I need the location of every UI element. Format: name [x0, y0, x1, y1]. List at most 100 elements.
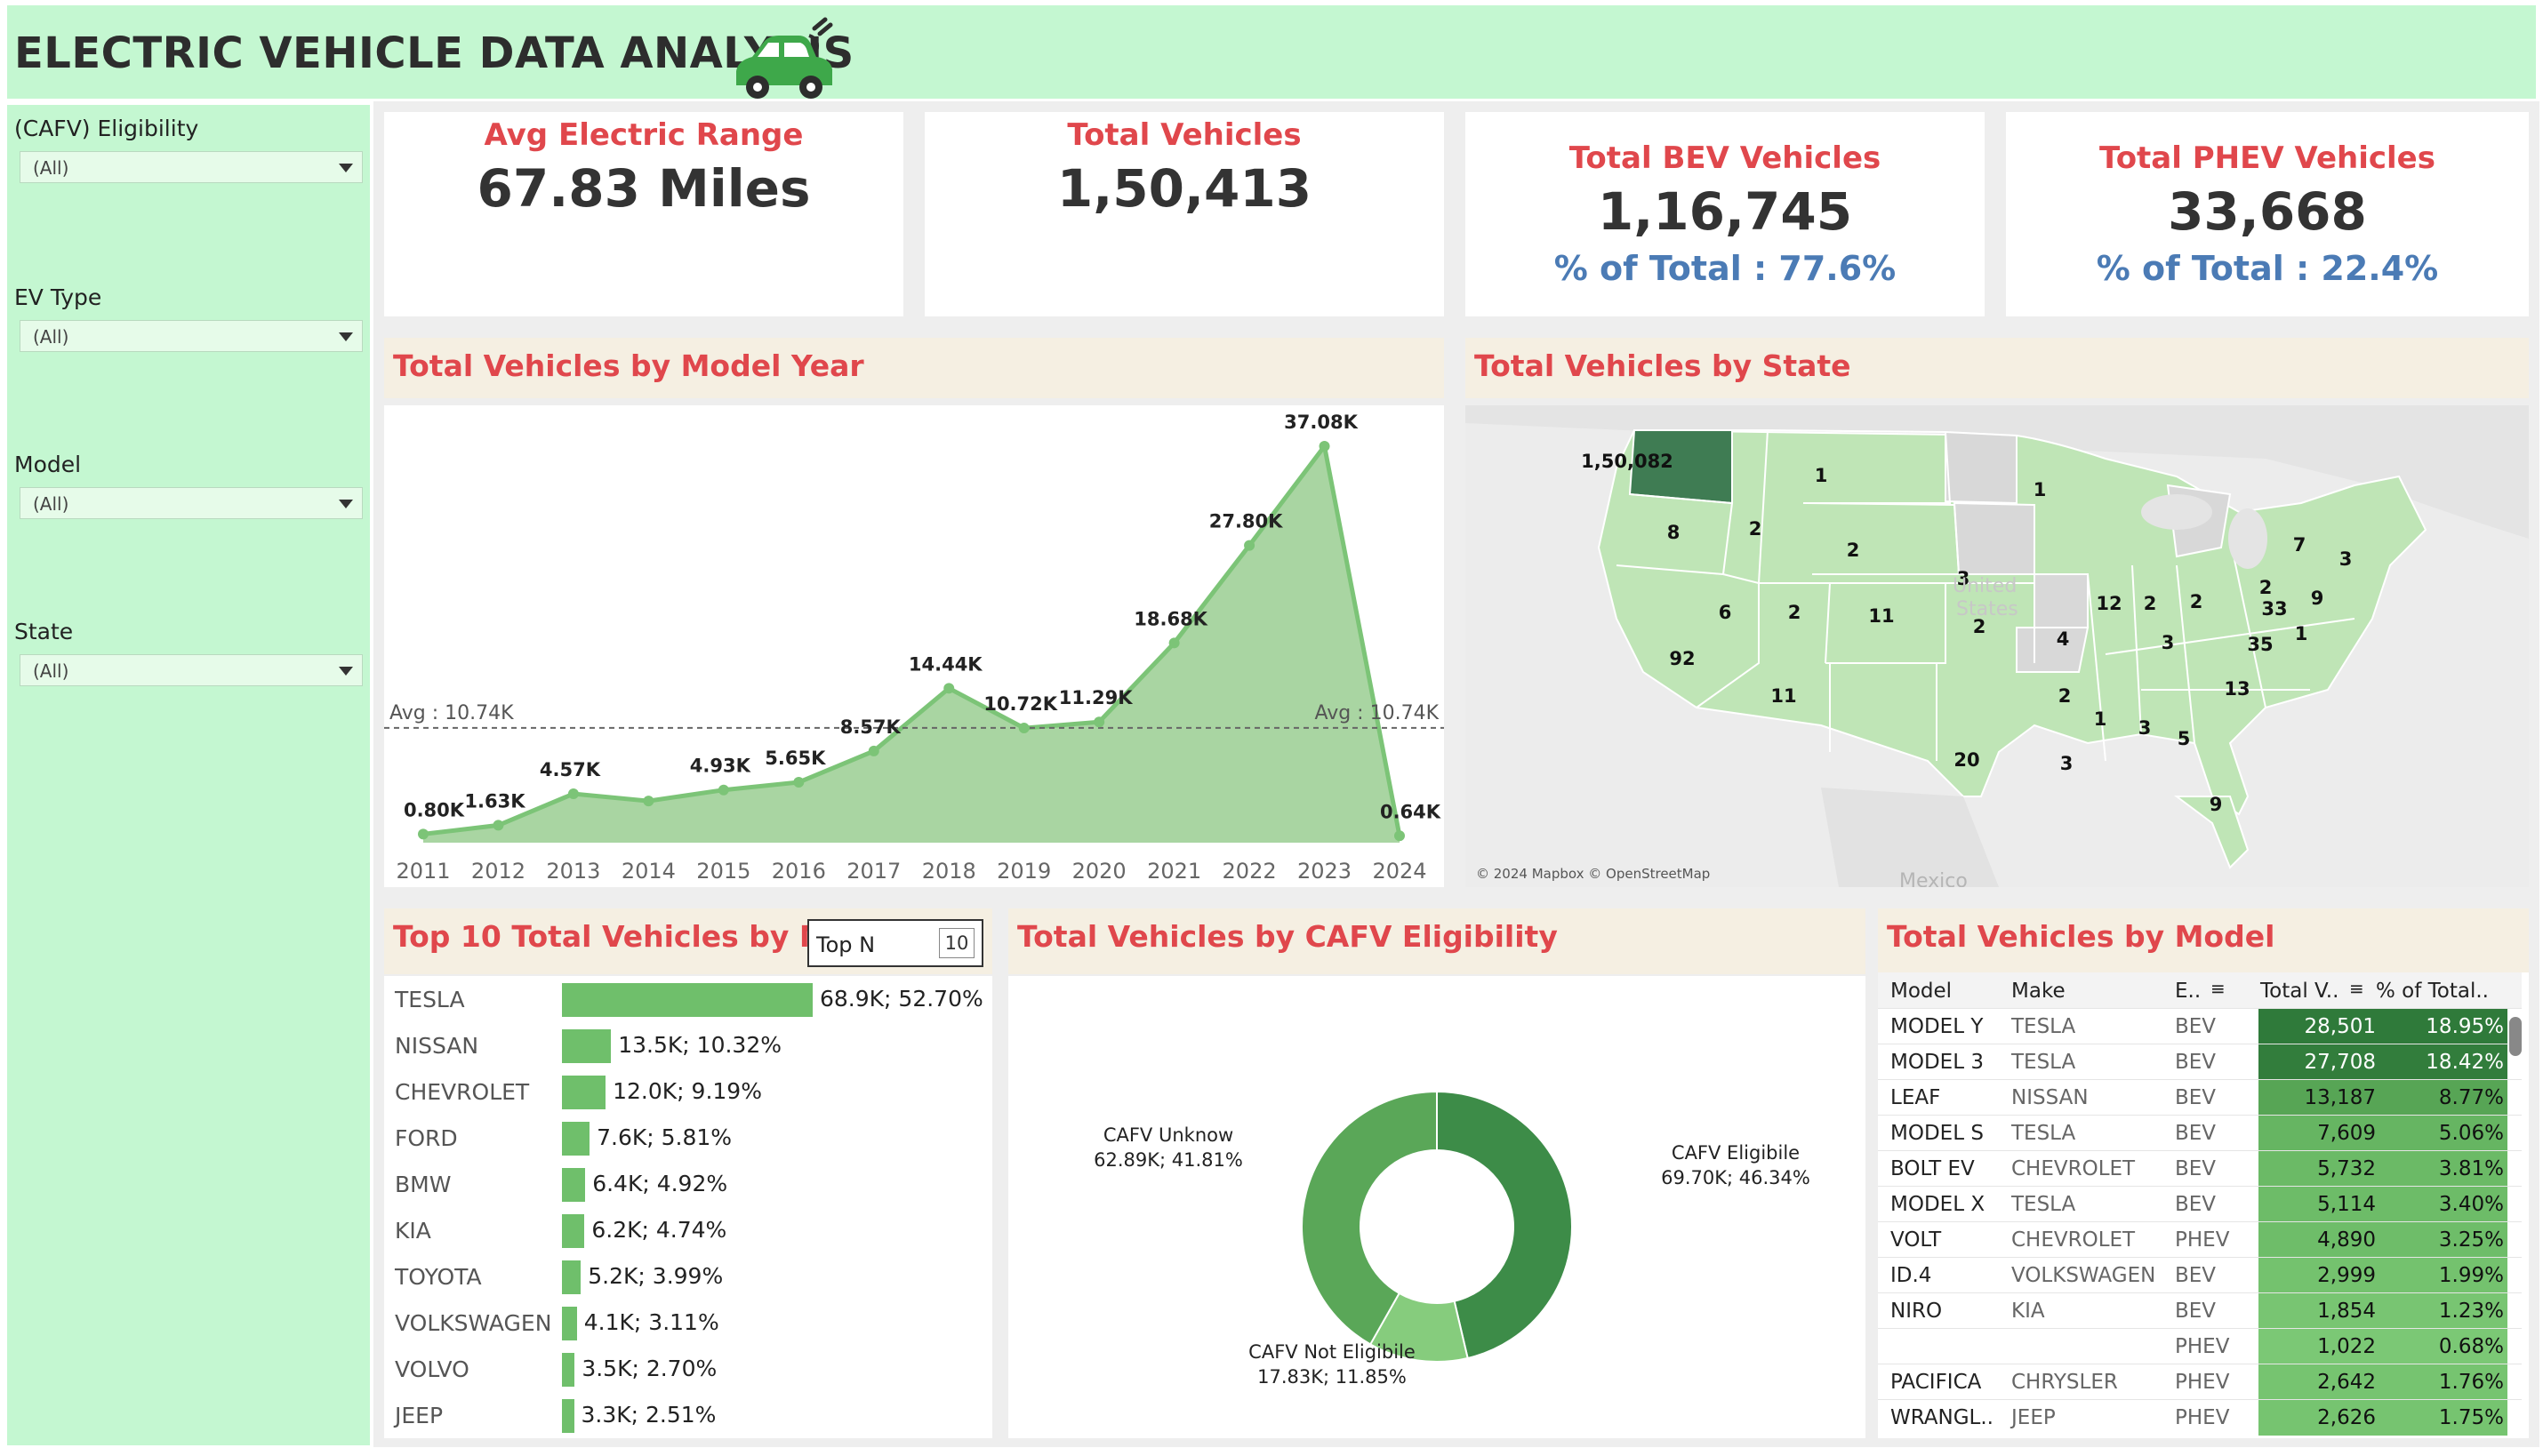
model-year-panel: Avg : 10.74K Avg : 10.74K 0.80K 2011 1.63K 20… — [384, 405, 1444, 887]
make-row[interactable]: VOLVO 3.5K; 2.70% — [395, 1346, 999, 1392]
make-row[interactable]: TOYOTA 5.2K; 3.99% — [395, 1253, 999, 1300]
make-bar-label: 3.3K; 2.51% — [581, 1402, 717, 1428]
dashboard-header: ELECTRIC VEHICLE DATA ANALYSIS — [7, 5, 2536, 99]
cell-percent: 3.81% — [2438, 1157, 2504, 1180]
make-row[interactable]: NISSAN 13.5K; 10.32% — [395, 1022, 999, 1068]
col-total-vehicles[interactable]: Total V.. — [2260, 980, 2338, 1003]
make-row[interactable]: VOLKSWAGEN 4.1K; 3.11% — [395, 1300, 999, 1346]
make-bar-label: 5.2K; 3.99% — [588, 1263, 724, 1289]
make-bar[interactable] — [562, 1214, 585, 1248]
make-row[interactable]: FORD 7.6K; 5.81% — [395, 1115, 999, 1161]
state-filter-dropdown[interactable]: (All) — [20, 654, 363, 686]
make-row[interactable]: CHEVROLET 12.0K; 9.19% — [395, 1068, 999, 1115]
model-filter-dropdown[interactable]: (All) — [20, 487, 363, 519]
cell-percent: 8.77% — [2438, 1086, 2504, 1109]
cell-total: 2,999 — [2317, 1264, 2376, 1287]
col-percent-total[interactable]: % of Total.. — [2376, 980, 2489, 1003]
cell-total: 1,022 — [2317, 1335, 2376, 1358]
make-bar[interactable] — [562, 1399, 574, 1433]
make-bar-label: 6.4K; 4.92% — [592, 1171, 728, 1196]
state-section-title: Total Vehicles by State — [1465, 338, 2529, 398]
table-row[interactable]: MODEL 3 TESLA BEV 27,708 18.42% — [1878, 1044, 2522, 1080]
sort-icon[interactable]: ≡ — [2349, 978, 2364, 999]
cell-ev-type: BEV — [2175, 1300, 2217, 1323]
make-bar[interactable] — [562, 1353, 575, 1387]
col-ev-type[interactable]: E.. — [2175, 980, 2201, 1003]
make-name: JEEP — [395, 1403, 444, 1428]
cell-model: NIRO — [1890, 1300, 1943, 1323]
make-name: VOLVO — [395, 1356, 469, 1382]
table-row[interactable]: MODEL Y TESLA BEV 28,501 18.95% — [1878, 1008, 2522, 1044]
us-state-map[interactable]: 1,50,082 1 1 8 2 2 3 7 3 6 2 11 2 12 2 2… — [1465, 405, 2529, 887]
make-bar[interactable] — [562, 1168, 586, 1202]
table-row[interactable]: LEAF NISSAN BEV 13,187 8.77% — [1878, 1079, 2522, 1116]
table-row[interactable]: PHEV 1,022 0.68% — [1878, 1328, 2522, 1364]
kpi-bev: Total BEV Vehicles 1,16,745 % of Total :… — [1465, 112, 1985, 316]
slice-label: CAFV Not Eligibile — [1248, 1341, 1416, 1363]
data-point — [643, 796, 654, 807]
cell-percent: 0.68% — [2438, 1335, 2504, 1358]
table-row[interactable]: MODEL S TESLA BEV 7,609 5.06% — [1878, 1115, 2522, 1151]
make-bar[interactable] — [562, 1076, 606, 1109]
cell-make: KIA — [2011, 1300, 2045, 1323]
cafv-filter-label: (CAFV) Eligibility — [14, 116, 199, 141]
kpi-total-vehicles-value: 1,50,413 — [1056, 158, 1312, 219]
map-label-ma: 9 — [2311, 588, 2324, 609]
map-label-or: 8 — [1667, 522, 1681, 543]
top-n-input[interactable]: 10 — [939, 928, 975, 958]
kpi-phev: Total PHEV Vehicles 33,668 % of Total : … — [2006, 112, 2529, 316]
data-point — [1244, 540, 1255, 551]
chevron-down-icon — [339, 164, 353, 172]
dashboard-title: ELECTRIC VEHICLE DATA ANALYSIS — [14, 28, 854, 78]
make-bar[interactable] — [562, 1307, 577, 1340]
data-label: 5.65K — [765, 748, 826, 769]
make-bar[interactable] — [562, 1122, 590, 1156]
model-table-header: Model Make E.. ≡ Total V.. ≡ % of Total.… — [1878, 972, 2522, 1008]
sort-icon[interactable]: ≡ — [2210, 978, 2226, 999]
make-row[interactable]: TESLA 68.9K; 52.70% — [395, 976, 999, 1022]
table-row[interactable]: BOLT EV CHEVROLET BEV 5,732 3.81% — [1878, 1150, 2522, 1187]
make-row[interactable]: BMW 6.4K; 4.92% — [395, 1161, 999, 1207]
make-row[interactable]: KIA 6.2K; 4.74% — [395, 1207, 999, 1253]
table-row[interactable]: WRANGL.. JEEP PHEV 2,626 1.75% — [1878, 1399, 2522, 1436]
model-year-section-title: Total Vehicles by Model Year — [384, 338, 1444, 398]
x-tick-label: 2012 — [471, 859, 525, 884]
data-label: 4.93K — [690, 756, 751, 777]
make-bar[interactable] — [562, 983, 813, 1017]
col-make[interactable]: Make — [2011, 980, 2066, 1003]
make-bar[interactable] — [562, 1260, 582, 1294]
x-tick-label: 2016 — [772, 859, 826, 884]
cell-percent: 3.25% — [2438, 1228, 2504, 1252]
kpi-bev-title: Total BEV Vehicles — [1568, 140, 1881, 176]
map-watermark-states: States — [1956, 598, 2018, 620]
map-label-tx: 20 — [1953, 749, 1979, 771]
state-map-panel[interactable]: 1,50,082 1 1 8 2 2 3 7 3 6 2 11 2 12 2 2… — [1465, 405, 2529, 887]
table-row[interactable]: NIRO KIA BEV 1,854 1.23% — [1878, 1292, 2522, 1329]
table-row[interactable]: PACIFICA CHRYSLER PHEV 2,642 1.76% — [1878, 1364, 2522, 1400]
table-row[interactable]: ID.4 VOLKSWAGEN BEV 2,999 1.99% — [1878, 1257, 2522, 1293]
table-row[interactable]: VOLT CHEVROLET PHEV 4,890 3.25% — [1878, 1221, 2522, 1258]
data-label: 4.57K — [540, 759, 601, 780]
model-filter-value: (All) — [33, 493, 69, 515]
make-row[interactable]: JEEP 3.3K; 2.51% — [395, 1392, 999, 1438]
top-n-parameter[interactable]: Top N 10 — [807, 919, 983, 967]
map-label-ms: 1 — [2094, 708, 2107, 730]
col-model[interactable]: Model — [1890, 980, 1952, 1003]
x-tick-label: 2015 — [696, 859, 750, 884]
chevron-down-icon — [339, 500, 353, 508]
cafv-filter-dropdown[interactable]: (All) — [20, 151, 363, 183]
ev-type-filter-dropdown[interactable]: (All) — [20, 320, 363, 352]
x-tick-label: 2024 — [1372, 859, 1426, 884]
cell-make: TESLA — [2011, 1051, 2076, 1074]
cell-model: MODEL X — [1890, 1193, 1985, 1216]
map-label-wy: 2 — [1847, 540, 1860, 561]
cell-ev-type: BEV — [2175, 1051, 2217, 1074]
cell-total: 2,642 — [2317, 1371, 2376, 1394]
cell-ev-type: PHEV — [2175, 1335, 2230, 1358]
data-point — [1094, 716, 1105, 728]
table-scrollbar[interactable] — [2509, 1017, 2522, 1056]
cell-total: 5,732 — [2317, 1157, 2376, 1180]
cafv-section-title: Total Vehicles by CAFV Eligibility — [1008, 908, 1865, 974]
table-row[interactable]: MODEL X TESLA BEV 5,114 3.40% — [1878, 1186, 2522, 1222]
make-bar[interactable] — [562, 1029, 612, 1063]
